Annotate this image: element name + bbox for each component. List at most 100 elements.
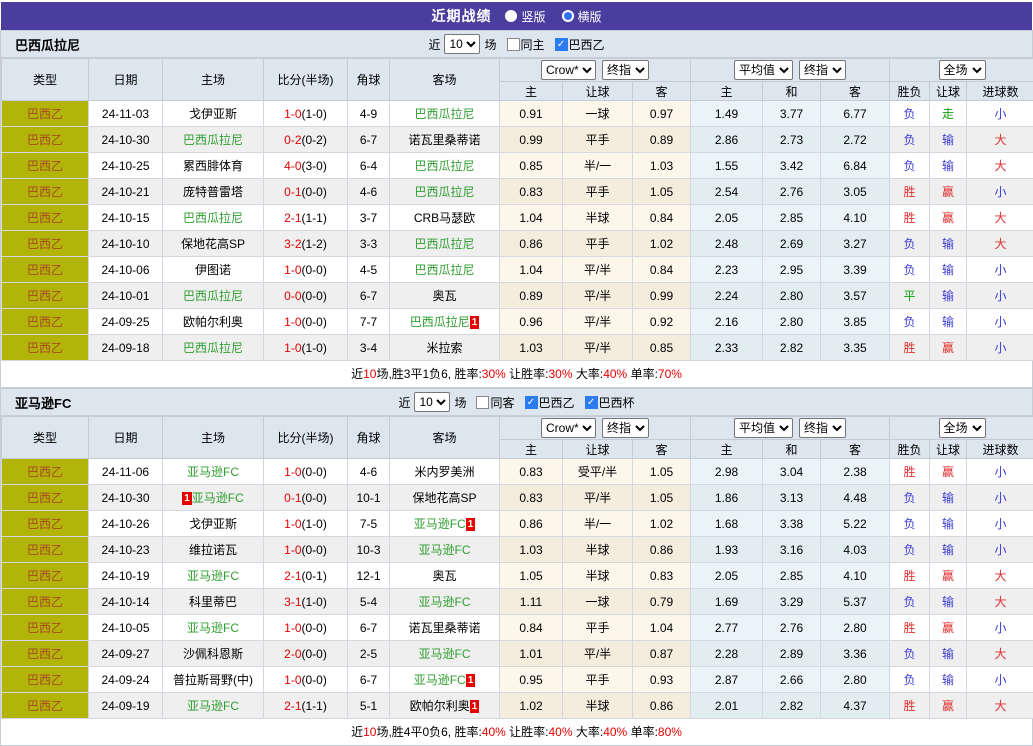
home-team-cell: 保地花高SP [163, 231, 264, 257]
league-type-cell: 巴西乙 [2, 127, 89, 153]
avg-draw-odds-cell: 2.80 [763, 283, 821, 309]
match-row: 巴西乙24-09-18巴西瓜拉尼1-0(1-0)3-4米拉索1.03平/半0.8… [2, 335, 1033, 361]
avg-home-odds-cell: 2.54 [691, 179, 763, 205]
date-cell: 24-09-18 [89, 335, 163, 361]
filter-checkbox-巴西乙[interactable]: ✓巴西乙 [555, 36, 605, 53]
layout-radio-2[interactable]: 横版 [562, 8, 602, 25]
header-selects: 全场 [939, 60, 986, 80]
home-odds-cell: 1.04 [500, 205, 563, 231]
handicap-cell: 平手 [563, 615, 633, 641]
odds-source-select[interactable]: Crow* [541, 418, 596, 438]
league-type-cell: 巴西乙 [2, 231, 89, 257]
sub-column-header: 让球 [930, 82, 967, 101]
match-row: 巴西乙24-09-19亚马逊FC2-1(1-1)5-1欧帕尔利奥11.02半球0… [2, 693, 1033, 719]
home-odds-cell: 1.04 [500, 257, 563, 283]
matches-label: 场 [454, 394, 466, 411]
column-header: 角球 [348, 417, 390, 459]
over-under-result-cell: 大 [967, 589, 1033, 615]
fulltime-score: 2-0 [284, 647, 301, 661]
red-card-badge: 1 [470, 700, 480, 713]
checkbox-label: 巴西杯 [599, 394, 635, 411]
away-team-name: 巴西瓜拉尼 [410, 315, 470, 329]
layout-radio-1[interactable]: 竖版 [505, 8, 545, 25]
handicap-cell: 一球 [563, 589, 633, 615]
away-team-name: 亚马逊FC [419, 595, 471, 609]
away-odds-cell: 1.05 [633, 459, 691, 485]
away-team-name: CRB马瑟欧 [414, 211, 475, 225]
away-odds-cell: 1.02 [633, 231, 691, 257]
over-under-result-cell: 小 [967, 537, 1033, 563]
full-match-select[interactable]: 全场 [939, 418, 986, 438]
filter-checkbox-巴西乙[interactable]: ✓巴西乙 [525, 394, 575, 411]
avg-home-odds-cell: 2.23 [691, 257, 763, 283]
away-odds-cell: 0.79 [633, 589, 691, 615]
away-team-cell: 亚马逊FC [390, 537, 500, 563]
full-match-select[interactable]: 全场 [939, 60, 986, 80]
handicap-cell: 平/半 [563, 335, 633, 361]
filter-checkbox-同客[interactable]: 同客 [476, 394, 514, 411]
over-under-result-cell: 小 [967, 101, 1033, 127]
average-odds-select[interactable]: 平均值 [734, 60, 793, 80]
over-under-result-cell: 大 [967, 693, 1033, 719]
win-lose-result-cell: 负 [890, 231, 930, 257]
win-lose-result-cell: 胜 [890, 615, 930, 641]
average-odds-select[interactable]: 平均值 [734, 418, 793, 438]
away-team-cell: 亚马逊FC [390, 589, 500, 615]
home-team-name: 亚马逊FC [187, 569, 239, 583]
filter-bar: 巴西瓜拉尼近10场同主✓巴西乙 [1, 30, 1032, 58]
odds-source-select[interactable]: Crow* [541, 60, 596, 80]
fulltime-score: 2-1 [284, 569, 301, 583]
over-under-result-cell: 小 [967, 179, 1033, 205]
avg-draw-odds-cell: 2.66 [763, 667, 821, 693]
league-type-cell: 巴西乙 [2, 335, 89, 361]
summary-text: 近 [351, 725, 363, 739]
win-lose-result-cell: 负 [890, 485, 930, 511]
fulltime-score: 1-0 [284, 673, 301, 687]
header-group-3: 全场 [890, 417, 1033, 440]
league-type-cell: 巴西乙 [2, 179, 89, 205]
avg-draw-odds-cell: 3.29 [763, 589, 821, 615]
final-odds-select[interactable]: 终指 [602, 418, 649, 438]
avg-away-odds-cell: 3.57 [821, 283, 890, 309]
handicap-result-cell: 赢 [930, 563, 967, 589]
filter-checkbox-同主[interactable]: 同主 [507, 36, 545, 53]
home-team-cell: 1亚马逊FC [163, 485, 264, 511]
over-under-result-cell: 小 [967, 283, 1033, 309]
fulltime-score: 0-1 [284, 185, 301, 199]
filter-checkbox-巴西杯[interactable]: ✓巴西杯 [585, 394, 635, 411]
avg-draw-odds-cell: 2.80 [763, 309, 821, 335]
home-team-name: 庞特普雷塔 [183, 185, 243, 199]
away-team-cell: 巴西瓜拉尼1 [390, 309, 500, 335]
recent-count-select[interactable]: 10 [444, 34, 480, 54]
home-team-name: 沙佩科恩斯 [183, 647, 243, 661]
score-cell: 2-0(0-0) [264, 641, 348, 667]
avg-draw-odds-cell: 2.69 [763, 231, 821, 257]
avg-draw-odds-cell: 3.04 [763, 459, 821, 485]
halftime-score: (0-0) [302, 491, 327, 505]
score-cell: 1-0(1-0) [264, 101, 348, 127]
date-cell: 24-10-10 [89, 231, 163, 257]
date-cell: 24-11-06 [89, 459, 163, 485]
page-title: 近期战绩 [431, 6, 491, 26]
home-odds-cell: 0.86 [500, 231, 563, 257]
team-sections-container: 巴西瓜拉尼近10场同主✓巴西乙类型日期主场比分(半场)角球客场Crow*终指平均… [0, 30, 1033, 746]
team-section-1: 巴西瓜拉尼近10场同主✓巴西乙类型日期主场比分(半场)角球客场Crow*终指平均… [0, 30, 1033, 388]
final-odds-select-2[interactable]: 终指 [799, 60, 846, 80]
avg-draw-odds-cell: 2.95 [763, 257, 821, 283]
match-row: 巴西乙24-10-30巴西瓜拉尼0-2(0-2)6-7诺瓦里桑蒂诺0.99平手0… [2, 127, 1033, 153]
avg-draw-odds-cell: 3.13 [763, 485, 821, 511]
score-cell: 1-0(0-0) [264, 459, 348, 485]
title-bar: 近期战绩 竖版横版 [1, 2, 1032, 30]
recent-count-select[interactable]: 10 [414, 392, 450, 412]
corner-cell: 10-3 [348, 537, 390, 563]
final-odds-select-2[interactable]: 终指 [799, 418, 846, 438]
final-odds-select[interactable]: 终指 [602, 60, 649, 80]
home-odds-cell: 1.03 [500, 537, 563, 563]
header-selects: Crow* 终指 [541, 60, 649, 80]
away-odds-cell: 0.85 [633, 335, 691, 361]
win-lose-result-cell: 负 [890, 309, 930, 335]
corner-cell: 3-3 [348, 231, 390, 257]
away-team-name: 米拉索 [426, 341, 462, 355]
match-row: 巴西乙24-10-21庞特普雷塔0-1(0-0)4-6巴西瓜拉尼0.83平手1.… [2, 179, 1033, 205]
fulltime-score: 1-0 [284, 341, 301, 355]
